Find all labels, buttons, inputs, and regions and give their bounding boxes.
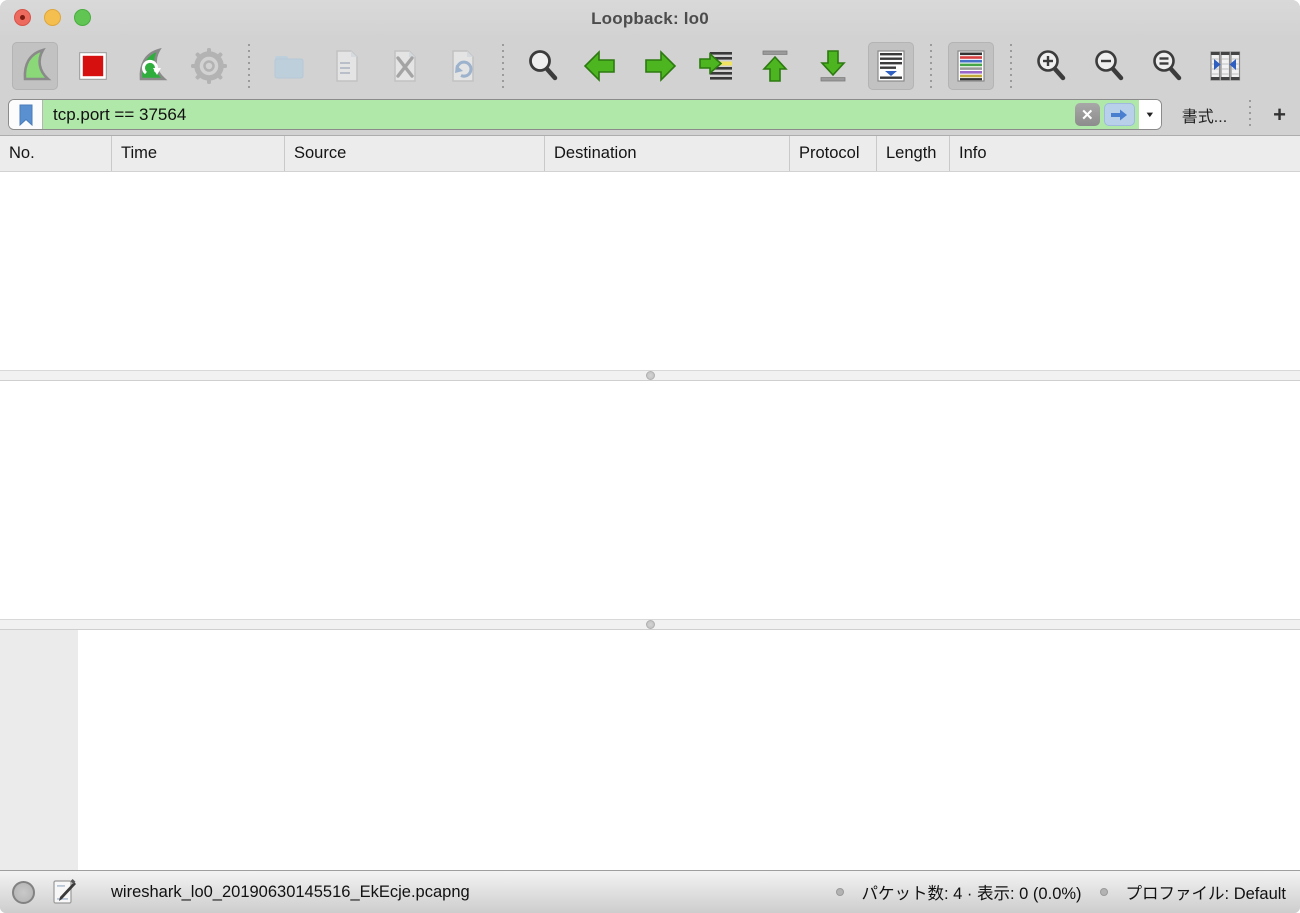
toolbar-separator — [248, 44, 250, 88]
packet-bytes-pane[interactable] — [0, 630, 1300, 870]
go-forward-button[interactable] — [636, 42, 682, 90]
arrow-right-icon — [645, 50, 677, 82]
profile-label[interactable]: プロファイル: Default — [1126, 880, 1286, 904]
column-header-source[interactable]: Source — [285, 136, 545, 171]
magnifier-minus-icon — [1095, 50, 1124, 81]
arrow-bottom-icon — [820, 50, 846, 82]
filter-bar: tcp.port == 37564 ✕ ▼ 書式... + — [0, 94, 1300, 136]
arrow-top-icon — [762, 50, 788, 82]
blue-right-arrow-icon — [1111, 109, 1128, 120]
zoom-in-button[interactable] — [1028, 42, 1074, 90]
zoom-out-button[interactable] — [1086, 42, 1132, 90]
zoom-reset-button[interactable] — [1144, 42, 1190, 90]
fin-restart-icon — [139, 47, 168, 81]
filter-clear-button[interactable]: ✕ — [1074, 103, 1100, 126]
bookmark-icon — [19, 104, 32, 126]
filter-history-dropdown[interactable]: ▼ — [1138, 100, 1161, 129]
traffic-lights — [14, 9, 91, 26]
toolbar-separator — [1010, 44, 1012, 88]
restart-capture-button[interactable] — [128, 42, 174, 90]
save-file-button[interactable] — [324, 42, 370, 90]
stop-capture-button[interactable] — [70, 42, 116, 90]
resize-columns-icon — [1210, 51, 1241, 81]
go-last-packet-button[interactable] — [810, 42, 856, 90]
zoom-button[interactable] — [74, 9, 91, 26]
capture-filename[interactable]: wireshark_lo0_20190630145516_EkEcje.pcap… — [111, 883, 470, 902]
capture-options-button[interactable] — [186, 42, 232, 90]
stop-square-icon — [79, 52, 107, 80]
titlebar: Loopback: lo0 — [0, 0, 1300, 38]
toolbar-separator — [930, 44, 932, 88]
close-file-button[interactable] — [382, 42, 428, 90]
arrow-left-icon — [583, 50, 615, 82]
toolbar-separator — [502, 44, 504, 88]
capture-comment-icon — [53, 879, 76, 904]
resize-columns-button[interactable] — [1202, 42, 1248, 90]
status-bar: wireshark_lo0_20190630145516_EkEcje.pcap… — [0, 870, 1300, 913]
pane-splitter-top[interactable] — [0, 370, 1300, 381]
reload-file-button[interactable] — [440, 42, 486, 90]
magnifier-icon — [529, 50, 558, 81]
filter-bookmark-button[interactable] — [9, 100, 43, 129]
display-filter-input[interactable]: tcp.port == 37564 ✕ ▼ — [8, 99, 1162, 130]
gear-icon — [191, 48, 227, 84]
packet-list-header: No. Time Source Destination Protocol Len… — [0, 136, 1300, 172]
go-to-packet-button[interactable] — [694, 42, 740, 90]
filter-value[interactable]: tcp.port == 37564 — [53, 105, 186, 125]
window-title: Loopback: lo0 — [591, 9, 709, 28]
main-toolbar — [0, 38, 1300, 94]
pane-splitter-bottom[interactable] — [0, 619, 1300, 630]
expert-info-circle-icon[interactable] — [12, 880, 35, 904]
filter-apply-button[interactable] — [1103, 103, 1135, 126]
document-close-icon — [394, 50, 416, 82]
filter-value-area[interactable]: tcp.port == 37564 ✕ — [43, 100, 1139, 129]
splitter-grip-icon — [645, 371, 655, 380]
magnifier-equal-icon — [1153, 50, 1182, 81]
splitter-grip-icon — [645, 620, 655, 629]
expression-button[interactable]: 書式... — [1182, 103, 1227, 127]
wireshark-fin-icon — [23, 47, 52, 81]
wireshark-window: Loopback: lo0 tcp.port == 37564 ✕ ▼ 書式..… — [0, 0, 1300, 913]
packet-count-stats: パケット数: 4 · 表示: 0 (0.0%) — [861, 885, 1082, 903]
magnifier-plus-icon — [1037, 50, 1066, 81]
statusbar-separator-dot — [1099, 888, 1108, 896]
column-header-time[interactable]: Time — [112, 136, 285, 171]
statusbar-separator-dot — [835, 888, 844, 896]
filter-add-button[interactable]: + — [1273, 103, 1286, 126]
filter-separator — [1249, 99, 1252, 130]
colored-lines-icon — [957, 50, 985, 82]
find-packet-button[interactable] — [520, 42, 566, 90]
close-button[interactable] — [14, 9, 31, 26]
column-header-destination[interactable]: Destination — [545, 136, 790, 171]
document-reload-icon — [452, 50, 474, 82]
autoscroll-list-icon — [877, 50, 905, 82]
document-save-icon — [336, 50, 358, 82]
packet-list-pane[interactable] — [0, 172, 1300, 370]
folder-icon — [274, 56, 304, 79]
packet-details-pane[interactable] — [0, 381, 1300, 619]
auto-scroll-button[interactable] — [868, 42, 914, 90]
go-first-packet-button[interactable] — [752, 42, 798, 90]
capture-comment-button[interactable] — [51, 878, 77, 906]
column-header-no[interactable]: No. — [0, 136, 112, 171]
go-back-button[interactable] — [578, 42, 624, 90]
colorize-button[interactable] — [948, 42, 994, 90]
column-header-info[interactable]: Info — [950, 136, 1300, 171]
column-header-length[interactable]: Length — [877, 136, 950, 171]
chevron-down-icon: ▼ — [1144, 110, 1156, 119]
column-header-protocol[interactable]: Protocol — [790, 136, 877, 171]
start-capture-button[interactable] — [12, 42, 58, 90]
bytes-offset-gutter — [0, 630, 78, 870]
open-file-button[interactable] — [266, 42, 312, 90]
minimize-button[interactable] — [44, 9, 61, 26]
arrow-into-list-icon — [699, 52, 732, 80]
